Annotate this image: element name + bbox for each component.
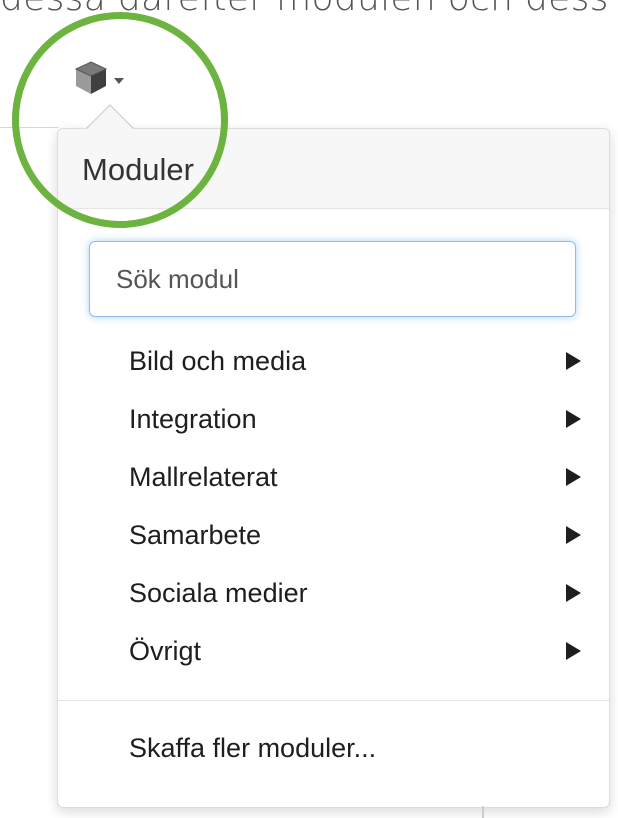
modules-dropdown-toggle[interactable] <box>74 58 138 102</box>
menu-divider <box>58 700 609 701</box>
submenu-arrow-icon <box>566 352 581 370</box>
cube-icon <box>74 60 108 101</box>
category-item-integration[interactable]: Integration <box>58 390 609 448</box>
submenu-arrow-icon <box>566 468 581 486</box>
dropdown-title: Moduler <box>82 151 194 187</box>
category-label: Övrigt <box>129 635 202 666</box>
category-item-sociala-medier[interactable]: Sociala medier <box>58 564 609 622</box>
submenu-arrow-icon <box>566 642 581 660</box>
toolbar-border <box>0 127 58 128</box>
category-label: Mallrelaterat <box>129 461 278 492</box>
dropdown-pointer-fill <box>87 106 133 129</box>
background-line <box>482 806 484 818</box>
search-container <box>89 241 576 317</box>
more-modules-link[interactable]: Skaffa fler moduler... <box>129 733 376 764</box>
submenu-arrow-icon <box>566 410 581 428</box>
dropdown-header: Moduler <box>58 129 609 209</box>
module-category-list: Bild och media Integration Mallrelaterat… <box>58 332 609 680</box>
modules-dropdown-menu: Moduler Bild och media Integration Mallr… <box>57 128 610 808</box>
category-label: Integration <box>129 403 257 434</box>
category-label: Sociala medier <box>129 577 308 608</box>
category-item-bild-och-media[interactable]: Bild och media <box>58 332 609 390</box>
category-label: Samarbete <box>129 519 262 550</box>
submenu-arrow-icon <box>566 584 581 602</box>
submenu-arrow-icon <box>566 526 581 544</box>
category-item-samarbete[interactable]: Samarbete <box>58 506 609 564</box>
background-instruction-text: dessa därefter modulen och dess <box>0 0 618 19</box>
category-item-ovrigt[interactable]: Övrigt <box>58 622 609 680</box>
module-search-input[interactable] <box>89 241 576 317</box>
caret-down-icon <box>114 78 124 84</box>
category-label: Bild och media <box>129 345 307 376</box>
category-item-mallrelaterat[interactable]: Mallrelaterat <box>58 448 609 506</box>
